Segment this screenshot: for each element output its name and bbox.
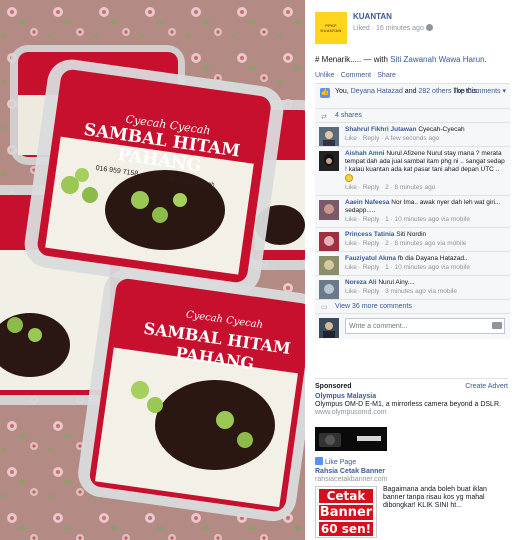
comment-link[interactable]: Comment <box>341 72 371 79</box>
view-more-label: View 36 more comments <box>335 303 412 310</box>
comment-meta[interactable]: Like · Reply · 2 · 8 minutes ago <box>345 184 506 192</box>
post-caption: # Menarik..... <box>315 55 364 64</box>
share-icon: ⇄ <box>321 114 327 121</box>
like-page-button[interactable]: Like Page <box>315 457 508 467</box>
thumbs-up-icon: 👍 <box>320 88 330 98</box>
unlike-link[interactable]: Unlike <box>315 72 334 79</box>
commenter-avatar[interactable] <box>319 151 339 171</box>
shares-row[interactable]: ⇄ 4 shares <box>315 108 510 122</box>
commenter-avatar[interactable] <box>319 232 339 252</box>
share-link[interactable]: Share <box>377 72 396 79</box>
camera-ad-image[interactable] <box>315 427 387 451</box>
post-text: # Menarik..... — with Siti Zawanah Wawa … <box>315 55 487 64</box>
ad-title[interactable]: Olympus Malaysia <box>315 393 508 401</box>
post-actions: Unlike · Comment · Share <box>315 72 396 79</box>
ad-title[interactable]: Rahsia Cetak Banner <box>315 468 508 476</box>
ad-url[interactable]: www.olympusomd.com <box>315 409 508 417</box>
page-logo-line2: KUANTAN <box>320 28 342 33</box>
comment-meta[interactable]: Like · Reply · 2 · 8 minutes ago via mob… <box>345 240 506 248</box>
page-name[interactable]: KUANTAN <box>353 12 392 21</box>
globe-icon <box>425 24 433 31</box>
thumbs-up-icon <box>315 457 323 465</box>
camera-icon[interactable] <box>492 322 502 329</box>
comment-meta[interactable]: Like · Reply · 1 · 10 minutes ago via mo… <box>345 264 506 272</box>
liked-label[interactable]: Liked <box>353 25 370 32</box>
with-prefix: — with <box>363 55 391 64</box>
liker-name-link[interactable]: Deyana Hatazad <box>351 88 403 95</box>
likes-others-link[interactable]: 282 others <box>418 88 451 95</box>
comment-item: Princess Tatinia Siti Nordin Like · Repl… <box>315 227 510 252</box>
comment-meta[interactable]: Like · Reply · A few seconds ago <box>345 135 506 143</box>
ad-olympus[interactable]: Olympus Malaysia Olympus OM-D E-M1, a mi… <box>315 393 508 467</box>
commenter-avatar[interactable] <box>319 200 339 220</box>
comment-item: Fauziyatul Akma fb dia Dayana Hatazad.. … <box>315 251 510 276</box>
commenter-avatar[interactable] <box>319 280 339 300</box>
shares-count: 4 shares <box>335 112 362 119</box>
post-details-panel: PPKF KUANTAN KUANTAN Liked · 16 minutes … <box>305 0 515 540</box>
page-avatar[interactable]: PPKF KUANTAN <box>315 12 347 44</box>
comments-icon: ▭ <box>321 304 328 311</box>
sponsored-header: Sponsored Create Advert <box>315 378 508 390</box>
post-photo[interactable]: Cyecah Cyecah SAMBAL HITAM PAHANG 016 95… <box>0 0 305 540</box>
banner-text-line2: Banner <box>319 505 373 520</box>
banner-ad-image[interactable]: Cetak Banner 60 sen! <box>315 486 377 538</box>
comment-item: Shahrul Fikhri Jutawan Cyecah-Cyecah Lik… <box>315 122 510 147</box>
comment-author[interactable]: Noreza Ali <box>345 279 377 286</box>
comment-text[interactable]: Siti Nordin <box>396 231 426 238</box>
ad-cetak-banner[interactable]: Rahsia Cetak Banner rahsiacetakbanner.co… <box>315 468 508 538</box>
feedback-box: 👍 You, Deyana Hatazad and 282 others lik… <box>315 83 510 339</box>
current-user-avatar <box>319 318 339 338</box>
comment-item: Noreza Ali Nurul Ainy.... Like · Reply ·… <box>315 275 510 300</box>
banner-text-line3: 60 sen! <box>319 522 373 536</box>
sponsored-title: Sponsored <box>315 383 352 390</box>
comment-author[interactable]: Fauziyatul Akma <box>345 255 396 262</box>
ad-url[interactable]: rahsiacetakbanner.com <box>315 476 508 484</box>
likes-prefix: You, <box>335 88 351 95</box>
likes-summary: 👍 You, Deyana Hatazad and 282 others lik… <box>315 84 510 108</box>
comment-text[interactable]: Nurul Ainy.... <box>378 279 414 286</box>
likes-and: and <box>402 88 419 95</box>
top-comments-dropdown[interactable]: Top Comments ▾ <box>453 87 506 96</box>
comment-author[interactable]: Princess Tatinia <box>345 231 394 238</box>
comment-author[interactable]: Aishah Amni <box>345 150 385 157</box>
container-bottom: Cyecah Cyecah SAMBAL HITAM PAHANG <box>78 268 305 522</box>
post-meta: Liked · 16 minutes ago <box>353 24 433 32</box>
comment-input[interactable] <box>345 318 505 334</box>
tagged-user-link[interactable]: Siti Zawanah Wawa Harun <box>390 55 484 64</box>
like-page-label: Like Page <box>324 459 357 466</box>
comment-meta[interactable]: Like · Reply · 1 · 10 minutes ago via mo… <box>345 216 506 224</box>
view-more-comments-link[interactable]: ▭ View 36 more comments <box>315 299 510 313</box>
comment-item: Aishah Amni Nurul Afizene Nurul stay man… <box>315 146 510 195</box>
write-comment-row <box>315 313 510 339</box>
comment-meta[interactable]: Like · Reply · 3 minutes ago via mobile <box>345 288 506 296</box>
create-advert-link[interactable]: Create Advert <box>465 383 508 390</box>
comment-author[interactable]: Shahrul Fikhri Jutawan <box>345 126 417 133</box>
banner-text-line1: Cetak <box>319 489 373 503</box>
post-time[interactable]: 16 minutes ago <box>376 25 424 32</box>
comment-author[interactable]: Aaein Nafeesa <box>345 199 389 206</box>
commenter-avatar[interactable] <box>319 256 339 276</box>
commenter-avatar[interactable] <box>319 127 339 147</box>
smile-emoji-icon <box>345 174 353 182</box>
post-header: PPKF KUANTAN KUANTAN Liked · 16 minutes … <box>305 0 515 48</box>
ad-body: Bagaimana anda boleh buat iklan banner t… <box>383 486 487 509</box>
comment-item: Aaein Nafeesa Nor Ima.. awak nyer dah le… <box>315 195 510 227</box>
comment-text[interactable]: Cyecah-Cyecah <box>418 126 464 133</box>
container-main: Cyecah Cyecah SAMBAL HITAM PAHANG 016 95… <box>24 59 284 295</box>
ad-body: Olympus OM-D E-M1, a mirrorless camera b… <box>315 401 501 408</box>
sambal-containers-image: Cyecah Cyecah SAMBAL HITAM PAHANG 016 95… <box>0 0 305 540</box>
comment-text[interactable]: fb dia Dayana Hatazad.. <box>398 255 468 262</box>
